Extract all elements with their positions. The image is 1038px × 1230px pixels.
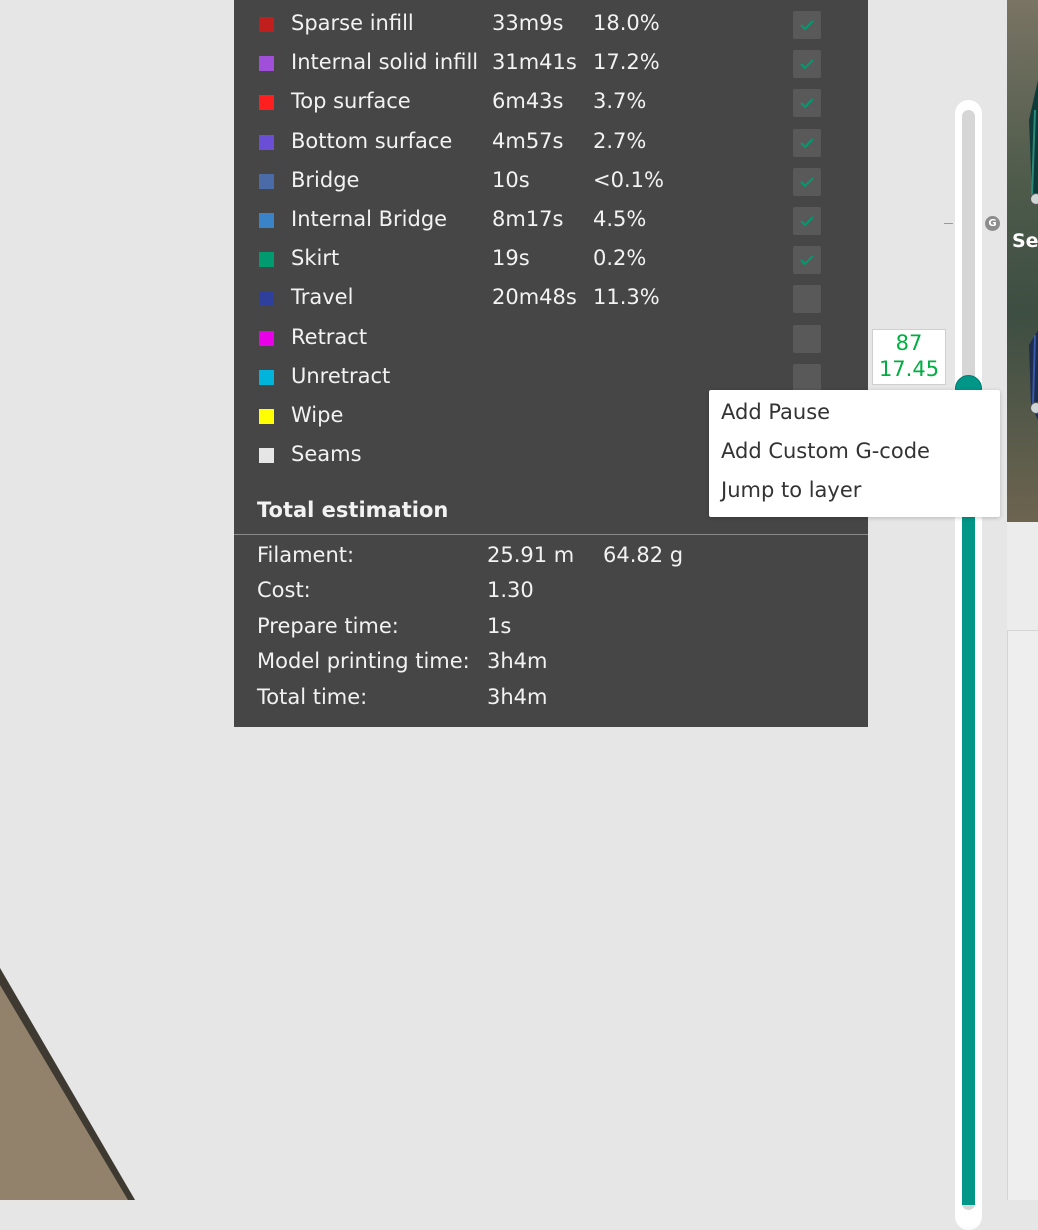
legend-row: Sparse infill 33m9s 18.0%	[234, 6, 868, 45]
model-printing-time-label: Model printing time:	[257, 649, 470, 673]
feature-time: 31m41s	[492, 50, 577, 75]
legend-row: Travel 20m48s 11.3%	[234, 280, 868, 319]
cost-value: 1.30	[487, 578, 534, 602]
color-swatch	[259, 17, 274, 32]
check-icon	[800, 98, 814, 109]
layer-number: 87	[895, 331, 923, 355]
object-thumbnail-panel	[1007, 0, 1038, 522]
legend-row: Bottom surface 4m57s 2.7%	[234, 124, 868, 163]
feature-name: Bottom surface	[291, 128, 453, 153]
feature-name: Internal solid infill	[291, 50, 479, 75]
color-swatch	[259, 409, 274, 424]
feature-name: Travel	[291, 285, 354, 310]
color-swatch	[259, 448, 274, 464]
visibility-checkbox[interactable]	[793, 246, 821, 275]
feature-name: Seams	[291, 442, 362, 467]
filament-weight: 64.82 g	[603, 543, 684, 567]
total-time-value: 3h4m	[487, 685, 548, 709]
cost-label: Cost:	[257, 578, 311, 602]
color-swatch	[259, 369, 274, 385]
total-estimation-title: Total estimation	[257, 498, 449, 522]
menu-item-add-custom-gcode[interactable]: Add Custom G-code	[721, 439, 930, 463]
feature-time: 6m43s	[492, 89, 564, 114]
visibility-checkbox[interactable]	[793, 324, 821, 353]
total-time-label: Total time:	[257, 685, 368, 709]
feature-percent: 2.7%	[593, 128, 647, 153]
feature-time: 8m17s	[492, 207, 564, 231]
feature-name: Skirt	[291, 246, 340, 271]
feature-name: Top surface	[291, 89, 411, 114]
color-swatch	[259, 95, 274, 111]
layer-height: 17.45	[878, 357, 940, 381]
legend-panel: Sparse infill 33m9s 18.0% Internal solid in…	[234, 0, 868, 727]
visibility-checkbox[interactable]	[793, 207, 821, 235]
check-icon	[800, 216, 814, 227]
legend-row: Skirt 19s 0.2%	[234, 241, 868, 280]
feature-time: 33m9s	[492, 11, 564, 35]
visibility-checkbox[interactable]	[793, 128, 821, 157]
menu-item-add-pause[interactable]: Add Pause	[721, 400, 830, 424]
side-panel-footer	[1007, 522, 1038, 631]
feature-percent: <0.1%	[593, 167, 664, 192]
visibility-checkbox[interactable]	[793, 11, 821, 39]
feature-name: Bridge	[291, 167, 360, 192]
color-swatch	[259, 330, 274, 346]
feature-percent: 4.5%	[593, 207, 647, 231]
visibility-checkbox[interactable]	[793, 285, 821, 314]
model-printing-time-value: 3h4m	[487, 649, 548, 673]
menu-item-jump-to-layer[interactable]: Jump to layer	[721, 478, 861, 502]
legend-row: Internal Bridge 8m17s 4.5%	[234, 202, 868, 241]
layer-value-label: 87 17.45	[872, 329, 946, 385]
feature-time: 20m48s	[492, 285, 577, 310]
layer-tick	[944, 223, 953, 224]
legend-row: Retract	[234, 320, 868, 359]
visibility-checkbox[interactable]	[793, 363, 821, 392]
filament-length: 25.91 m	[487, 543, 575, 567]
feature-time: 19s	[492, 246, 530, 271]
color-swatch	[259, 173, 274, 189]
feature-time: 10s	[492, 167, 530, 192]
color-swatch	[259, 56, 274, 72]
prepare-time-label: Prepare time:	[257, 614, 399, 638]
prepare-time-value: 1s	[487, 614, 512, 638]
divider	[234, 534, 868, 535]
feature-percent: 0.2%	[593, 246, 647, 271]
check-icon	[800, 177, 814, 188]
check-icon	[800, 137, 814, 149]
color-swatch	[259, 134, 274, 150]
check-icon	[800, 20, 814, 31]
color-swatch	[259, 291, 274, 307]
visibility-checkbox[interactable]	[793, 89, 821, 118]
feature-percent: 17.2%	[593, 50, 660, 75]
feature-percent: 11.3%	[593, 285, 660, 310]
feature-name: Sparse infill	[291, 11, 414, 35]
gizmo-handle[interactable]	[1030, 193, 1038, 205]
feature-percent: 3.7%	[593, 89, 647, 114]
feature-name: Wipe	[291, 403, 344, 427]
check-icon	[800, 255, 814, 266]
layer-context-menu: Add Pause Add Custom G-code Jump to laye…	[709, 390, 1000, 517]
color-swatch	[259, 252, 274, 268]
visibility-checkbox[interactable]	[793, 167, 821, 196]
legend-row: Bridge 10s <0.1%	[234, 163, 868, 202]
legend-row: Top surface 6m43s 3.7%	[234, 84, 868, 123]
feature-name: Retract	[291, 324, 368, 349]
feature-time: 4m57s	[492, 128, 564, 153]
check-icon	[800, 59, 814, 70]
side-panel-label: Se	[1012, 230, 1038, 252]
gcode-marker-icon[interactable]: G	[985, 216, 1000, 231]
color-swatch	[259, 213, 274, 228]
filament-label: Filament:	[257, 543, 355, 567]
feature-percent: 18.0%	[593, 11, 660, 35]
visibility-checkbox[interactable]	[793, 50, 821, 79]
legend-row: Internal solid infill 31m41s 17.2%	[234, 45, 868, 84]
feature-name: Unretract	[291, 363, 391, 388]
feature-name: Internal Bridge	[291, 207, 448, 231]
gizmo-handle[interactable]	[1030, 402, 1038, 414]
